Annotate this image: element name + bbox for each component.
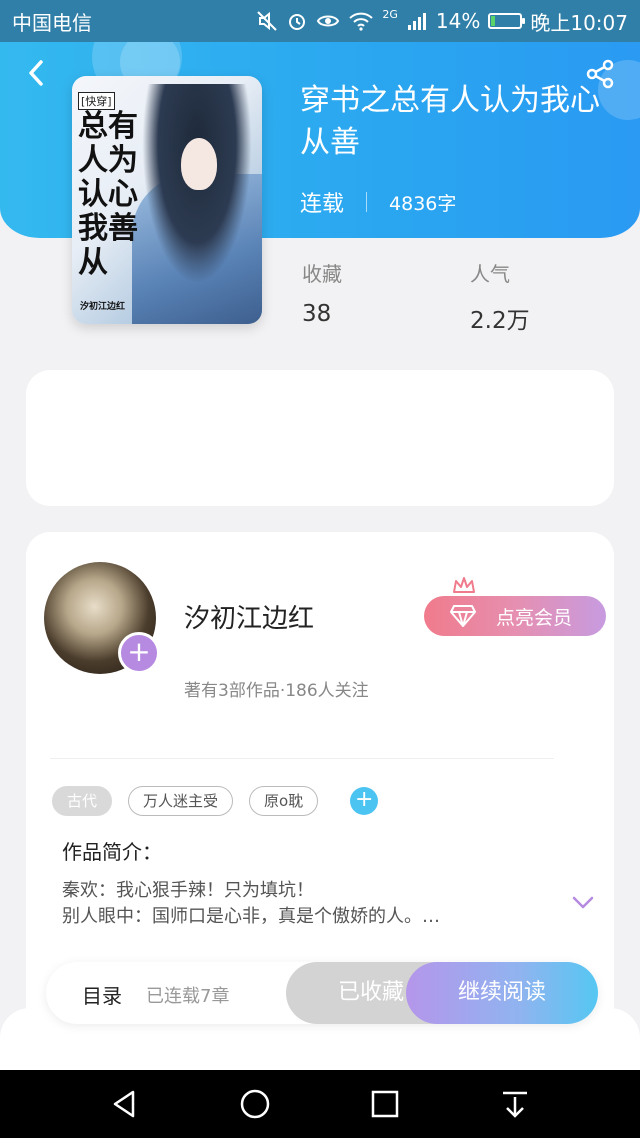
- back-triangle-icon[interactable]: [105, 1084, 145, 1124]
- eye-icon: [317, 15, 340, 27]
- author-name[interactable]: 汐初江边红: [184, 598, 314, 635]
- network-type: 2G: [382, 7, 398, 21]
- signal-icon: [407, 13, 426, 30]
- meta-divider: [366, 192, 368, 212]
- tag-list: 古代 万人迷主受 原o耽 +: [52, 786, 379, 816]
- book-title: 穿书之总有人认为我心从善: [300, 83, 600, 160]
- alarm-icon: [289, 14, 306, 30]
- crown-icon: [453, 577, 475, 593]
- popularity-label: 人气: [470, 262, 510, 286]
- placeholder-card: [26, 370, 614, 506]
- battery-percent: 14%: [435, 9, 481, 33]
- favorites-label: 收藏: [302, 262, 342, 286]
- favorites-value: 38: [302, 301, 332, 327]
- vip-button[interactable]: 点亮会员: [424, 596, 606, 636]
- mute-icon: [257, 11, 278, 31]
- notification-pull-icon[interactable]: [495, 1084, 535, 1124]
- toc-button[interactable]: 目录: [82, 980, 122, 1009]
- back-arrow-icon[interactable]: [22, 58, 52, 88]
- cover-genre-tag: [快穿]: [78, 92, 115, 110]
- home-circle-icon[interactable]: [235, 1084, 275, 1124]
- add-tag-icon[interactable]: +: [350, 787, 379, 815]
- system-nav-bar: [0, 1070, 640, 1138]
- chevron-down-icon[interactable]: [572, 896, 594, 910]
- vip-label: 点亮会员: [496, 606, 573, 629]
- popularity-stat: 人气 2.2万: [470, 258, 530, 335]
- carrier-name: 中国电信: [12, 10, 92, 35]
- continue-reading-button[interactable]: 继续阅读: [406, 962, 598, 1024]
- word-count: 4836字: [389, 192, 457, 215]
- book-meta: 连载 4836字: [300, 186, 456, 218]
- book-cover[interactable]: [快穿] 总有 人为 认心 我善 从 汐初江边红: [72, 76, 262, 324]
- recents-square-icon[interactable]: [365, 1084, 405, 1124]
- wifi-icon: [349, 12, 374, 31]
- intro-text: 秦欢：我心狠手辣！只为填坑！ 别人眼中：国师口是心非，真是个傲娇的人。…: [62, 880, 440, 927]
- cover-title-art: 总有 人为 认心 我善 从: [78, 109, 138, 280]
- favorites-stat: 收藏 38: [302, 258, 342, 327]
- battery-icon: [488, 13, 526, 29]
- serial-status: 连载: [300, 192, 345, 217]
- chapter-count: 已连载7章: [146, 986, 230, 1007]
- popularity-value: 2.2万: [470, 308, 530, 334]
- tag-chip[interactable]: 原o耽: [249, 786, 319, 816]
- tag-chip[interactable]: 万人迷主受: [128, 786, 234, 816]
- cover-author-art: 汐初江边红: [80, 302, 126, 312]
- tag-chip[interactable]: 古代: [52, 786, 113, 816]
- status-bar: 中国电信 2G 14% 晚上10:07: [0, 0, 640, 42]
- follow-plus-icon[interactable]: +: [118, 632, 160, 674]
- reading-action-bar: 目录 已连载7章 已收藏 继续阅读: [46, 962, 598, 1024]
- intro-title: 作品简介：: [62, 840, 162, 864]
- clock: 晚上10:07: [530, 10, 628, 35]
- diamond-icon: [450, 605, 476, 627]
- author-info: 著有3部作品·186人关注: [184, 681, 369, 701]
- divider: [50, 758, 554, 759]
